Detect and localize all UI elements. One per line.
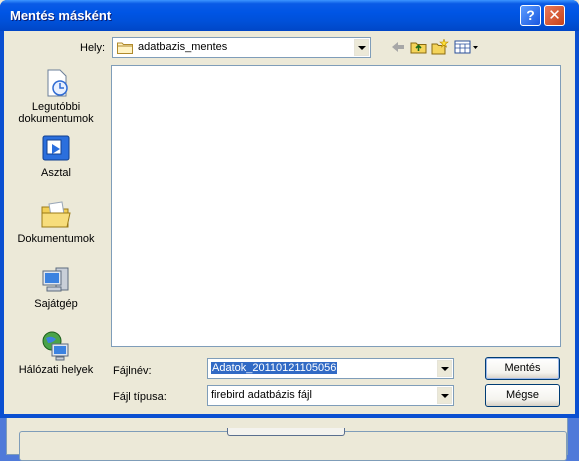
filetype-label: Fájl típusa: xyxy=(113,391,167,403)
lookin-value: adatbazis_mentes xyxy=(138,41,228,53)
lookin-dropdown[interactable]: adatbazis_mentes xyxy=(112,37,371,58)
filename-input[interactable]: Adatok_20110121105056 xyxy=(207,358,454,379)
help-button[interactable]: ? xyxy=(520,5,541,26)
place-network-places[interactable]: Hálózati helyek xyxy=(5,330,107,376)
recent-documents-icon xyxy=(47,69,68,97)
place-desktop[interactable]: Asztal xyxy=(5,133,107,179)
place-label: Legutóbbi dokumentumok xyxy=(18,101,94,125)
save-as-dialog: Mentés másként ? ✕ Hely: adatbazis_mente… xyxy=(0,0,579,418)
my-documents-icon xyxy=(41,201,71,228)
place-label: Asztal xyxy=(41,167,71,179)
filename-dropdown-arrow-icon[interactable] xyxy=(437,360,452,377)
place-label: Sajátgép xyxy=(34,298,78,310)
up-folder-icon[interactable] xyxy=(410,39,428,55)
back-arrow-icon[interactable] xyxy=(389,39,407,55)
place-recent-documents[interactable]: Legutóbbi dokumentumok xyxy=(5,67,107,125)
dialog-client-area: Hely: adatbazis_mentes Legutóbbi dokumen… xyxy=(4,31,575,414)
file-list[interactable] xyxy=(111,65,561,347)
place-label: Hálózati helyek xyxy=(18,364,94,376)
my-computer-icon xyxy=(42,267,69,292)
save-button[interactable]: Mentés xyxy=(485,357,560,380)
place-label: Dokumentumok xyxy=(17,233,95,245)
filetype-dropdown-arrow-icon[interactable] xyxy=(437,387,452,404)
dialog-title: Mentés másként xyxy=(10,8,112,23)
new-folder-icon[interactable] xyxy=(431,39,449,55)
view-menu-icon[interactable] xyxy=(454,39,480,55)
filename-label: Fájlnév: xyxy=(113,365,152,377)
cancel-button[interactable]: Mégse xyxy=(485,384,560,407)
lookin-label: Hely: xyxy=(80,42,106,54)
filetype-value: firebird adatbázis fájl xyxy=(211,389,312,401)
filename-value: Adatok_20110121105056 xyxy=(211,362,338,374)
title-bar[interactable]: Mentés másként ? ✕ xyxy=(0,0,579,31)
place-my-documents[interactable]: Dokumentumok xyxy=(5,199,107,245)
folder-icon xyxy=(117,42,133,54)
lookin-dropdown-arrow-icon[interactable] xyxy=(354,39,369,56)
desktop-icon xyxy=(42,135,70,161)
places-bar: Legutóbbi dokumentumok Asztal Dokumentum… xyxy=(5,61,107,381)
network-places-icon xyxy=(42,331,69,361)
filetype-dropdown[interactable]: firebird adatbázis fájl xyxy=(207,385,454,406)
background-button[interactable] xyxy=(227,428,345,436)
place-my-computer[interactable]: Sajátgép xyxy=(5,264,107,310)
close-button[interactable]: ✕ xyxy=(544,5,565,26)
